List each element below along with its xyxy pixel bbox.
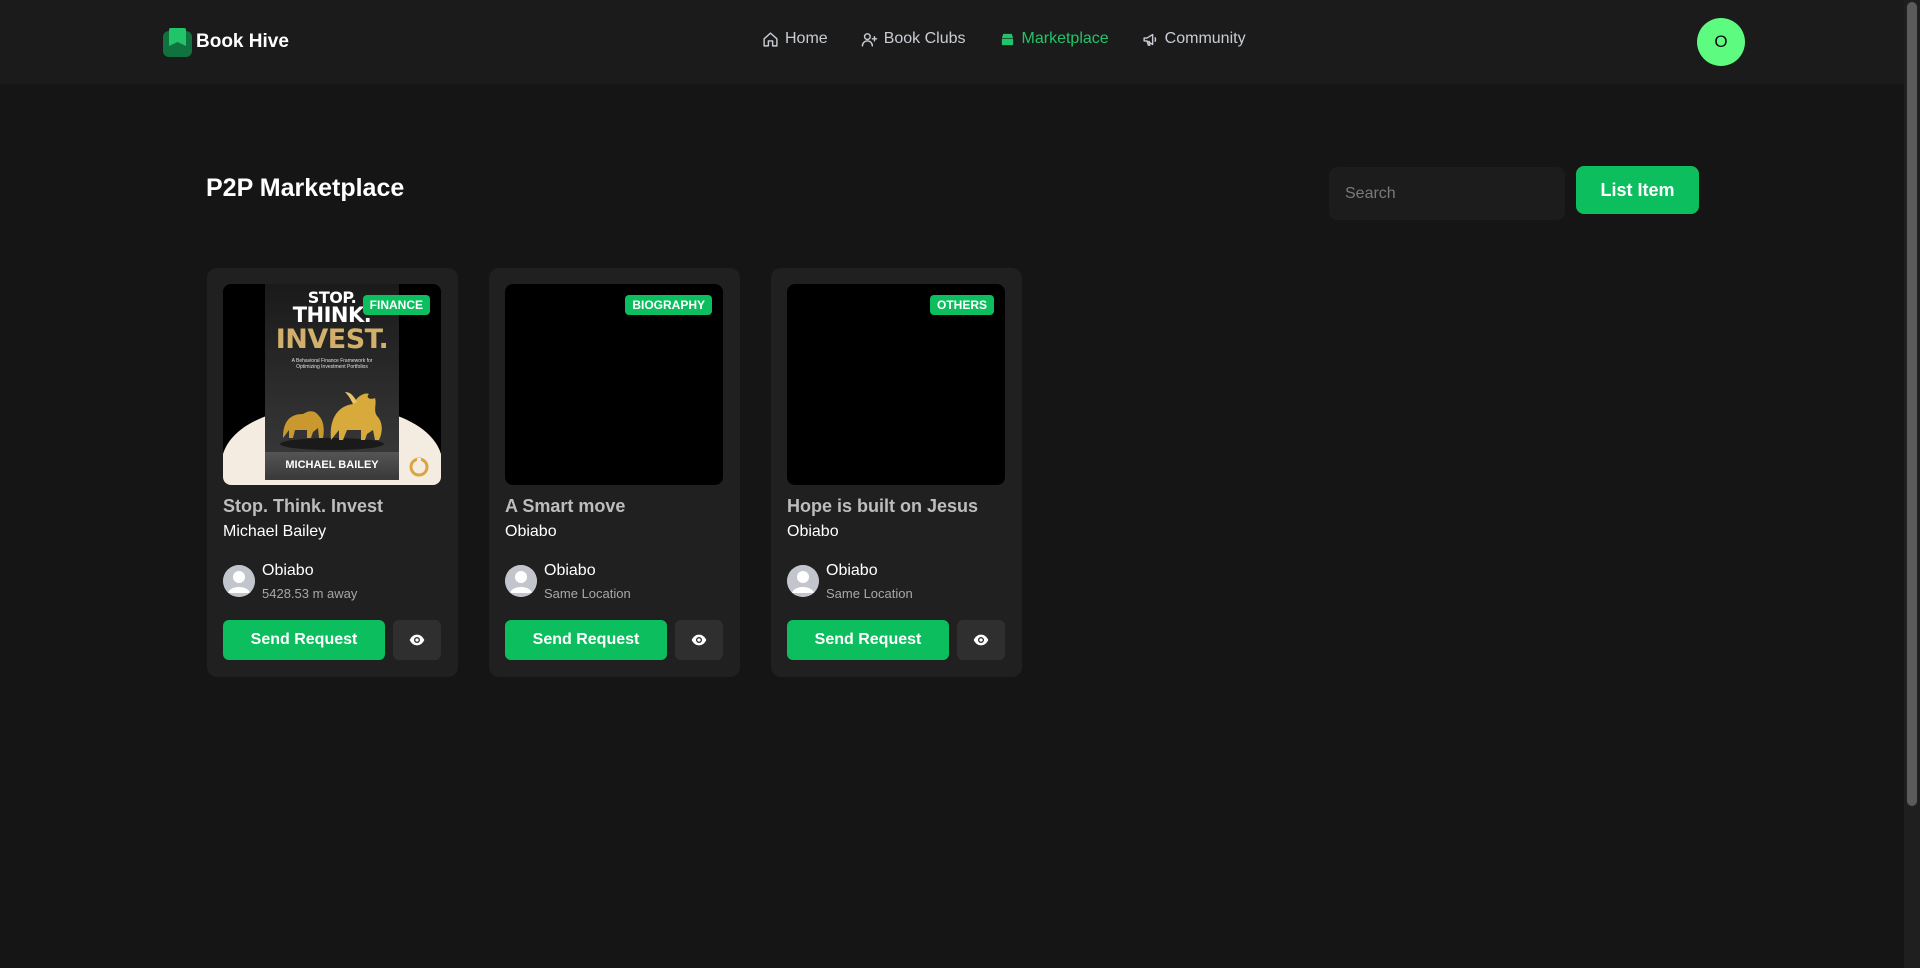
owner-distance: Same Location	[544, 586, 631, 601]
cover-line-3: INVEST.	[275, 324, 389, 355]
cover-author-band: MICHAEL BAILEY	[265, 452, 399, 478]
owner-avatar	[223, 565, 255, 597]
owner-name: Obiabo	[826, 562, 878, 579]
main-nav: Home Book Clubs Marketplace Community	[762, 30, 1246, 48]
book-cover[interactable]: OTHERS	[787, 284, 1005, 485]
book-author: Michael Bailey	[223, 523, 327, 540]
send-request-button[interactable]: Send Request	[787, 620, 949, 660]
cover-subtitle: A Behavioral Finance Framework for Optim…	[291, 358, 373, 370]
nav-home-label: Home	[785, 30, 828, 47]
view-details-button[interactable]	[393, 620, 441, 660]
book-cover[interactable]: BIOGRAPHY	[505, 284, 723, 485]
eye-icon	[691, 634, 707, 646]
shop-icon	[1001, 33, 1013, 45]
view-details-button[interactable]	[957, 620, 1005, 660]
book-cover[interactable]: STOP. THINK. INVEST. A Behavioral Financ…	[223, 284, 441, 485]
category-badge: BIOGRAPHY	[625, 295, 712, 315]
user-plus-icon	[861, 32, 877, 47]
eye-icon	[409, 634, 425, 646]
top-navbar: Book Hive Home Book Clubs Marketplace Co…	[0, 0, 1904, 84]
send-request-button[interactable]: Send Request	[505, 620, 667, 660]
book-author: Obiabo	[787, 523, 839, 540]
home-icon	[763, 31, 778, 47]
search-input[interactable]	[1329, 167, 1565, 220]
nav-community[interactable]: Community	[1142, 30, 1246, 48]
nav-marketplace-label: Marketplace	[1021, 30, 1109, 47]
nav-book-clubs[interactable]: Book Clubs	[861, 30, 966, 48]
user-icon	[787, 565, 819, 597]
nav-book-clubs-label: Book Clubs	[883, 30, 966, 47]
owner-name: Obiabo	[544, 562, 596, 579]
owner-avatar	[787, 565, 819, 597]
view-details-button[interactable]	[675, 620, 723, 660]
listing-card: STOP. THINK. INVEST. A Behavioral Financ…	[207, 268, 458, 677]
book-title[interactable]: Stop. Think. Invest	[223, 496, 383, 517]
nav-marketplace[interactable]: Marketplace	[999, 30, 1109, 48]
listing-card: BIOGRAPHY A Smart move Obiabo Obiabo Sam…	[489, 268, 740, 677]
owner-distance: 5428.53 m away	[262, 586, 358, 601]
publisher-logo-icon	[409, 457, 429, 477]
owner-avatar	[505, 565, 537, 597]
page-title: P2P Marketplace	[206, 174, 405, 202]
bull-bear-illustration	[280, 392, 384, 450]
category-badge: OTHERS	[929, 295, 994, 315]
book-title[interactable]: Hope is built on Jesus	[787, 496, 978, 517]
user-avatar[interactable]: O	[1697, 18, 1745, 66]
marketplace-grid: STOP. THINK. INVEST. A Behavioral Financ…	[207, 268, 1022, 677]
book-author: Obiabo	[505, 523, 557, 540]
nav-community-label: Community	[1164, 30, 1246, 47]
logo[interactable]: Book Hive	[163, 27, 289, 57]
book-title[interactable]: A Smart move	[505, 496, 625, 517]
owner-distance: Same Location	[826, 586, 913, 601]
user-icon	[505, 565, 537, 597]
user-icon	[223, 565, 255, 597]
owner-name: Obiabo	[262, 562, 314, 579]
scrollbar-thumb[interactable]	[1907, 2, 1917, 806]
category-badge: FINANCE	[362, 295, 430, 315]
book-hive-logo-icon	[163, 28, 192, 57]
app-name: Book Hive	[196, 31, 289, 52]
send-request-button[interactable]: Send Request	[223, 620, 385, 660]
eye-icon	[973, 634, 989, 646]
list-item-button[interactable]: List Item	[1576, 166, 1699, 214]
megaphone-icon	[1143, 33, 1156, 46]
nav-home[interactable]: Home	[762, 30, 828, 48]
listing-card: OTHERS Hope is built on Jesus Obiabo Obi…	[771, 268, 1022, 677]
